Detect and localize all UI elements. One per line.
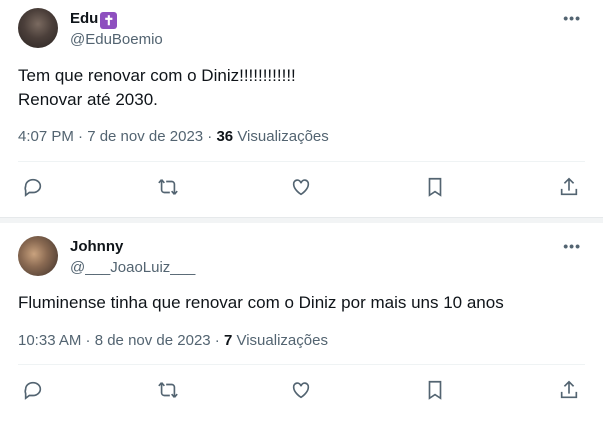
like-icon[interactable] xyxy=(290,379,312,401)
retweet-icon[interactable] xyxy=(157,176,179,198)
views-label: Visualizações xyxy=(233,128,329,145)
timestamp[interactable]: 4:07 PM · 7 de nov de 2023 · xyxy=(18,128,216,145)
action-bar xyxy=(0,176,603,200)
views-count: 36 xyxy=(216,128,234,145)
reply-icon[interactable] xyxy=(22,379,44,401)
more-options-icon[interactable]: ••• xyxy=(563,10,581,26)
like-icon[interactable] xyxy=(290,176,312,198)
tweet-text: Tem que renovar com o Diniz!!!!!!!!!!!! … xyxy=(18,64,296,112)
retweet-icon[interactable] xyxy=(157,379,179,401)
tweet-meta: 10:33 AM · 8 de nov de 2023 · 7 Visualiz… xyxy=(18,332,328,349)
reply-icon[interactable] xyxy=(22,176,44,198)
tweet-text-line: Tem que renovar com o Diniz!!!!!!!!!!!! xyxy=(18,66,296,85)
tweet-text-line: Fluminense tinha que renovar com o Diniz… xyxy=(18,293,504,312)
user-name[interactable]: Johnny xyxy=(70,238,123,255)
user-handle[interactable]: @___JoaoLuiz___ xyxy=(70,259,195,276)
tweet-text-line: Renovar até 2030. xyxy=(18,90,158,109)
bookmark-icon[interactable] xyxy=(424,176,446,198)
views-label: Visualizações xyxy=(232,332,328,349)
tweet[interactable]: Johnny @___JoaoLuiz___ ••• Fluminense ti… xyxy=(0,222,603,431)
timestamp[interactable]: 10:33 AM · 8 de nov de 2023 · xyxy=(18,332,224,349)
separator xyxy=(18,161,585,162)
tweet-text: Fluminense tinha que renovar com o Diniz… xyxy=(18,291,504,315)
action-bar xyxy=(0,379,603,403)
separator xyxy=(18,364,585,365)
user-handle[interactable]: @EduBoemio xyxy=(70,31,163,48)
more-options-icon[interactable]: ••• xyxy=(563,238,581,254)
share-icon[interactable] xyxy=(558,379,580,401)
tweet-meta: 4:07 PM · 7 de nov de 2023 · 36 Visualiz… xyxy=(18,128,329,145)
share-icon[interactable] xyxy=(558,176,580,198)
avatar[interactable] xyxy=(18,8,58,48)
user-name[interactable]: Edu ✝ xyxy=(70,10,118,29)
tweet[interactable]: Edu ✝ @EduBoemio ••• Tem que renovar com … xyxy=(0,0,603,217)
bookmark-icon[interactable] xyxy=(424,379,446,401)
avatar[interactable] xyxy=(18,236,58,276)
cross-badge-icon: ✝ xyxy=(100,12,118,29)
